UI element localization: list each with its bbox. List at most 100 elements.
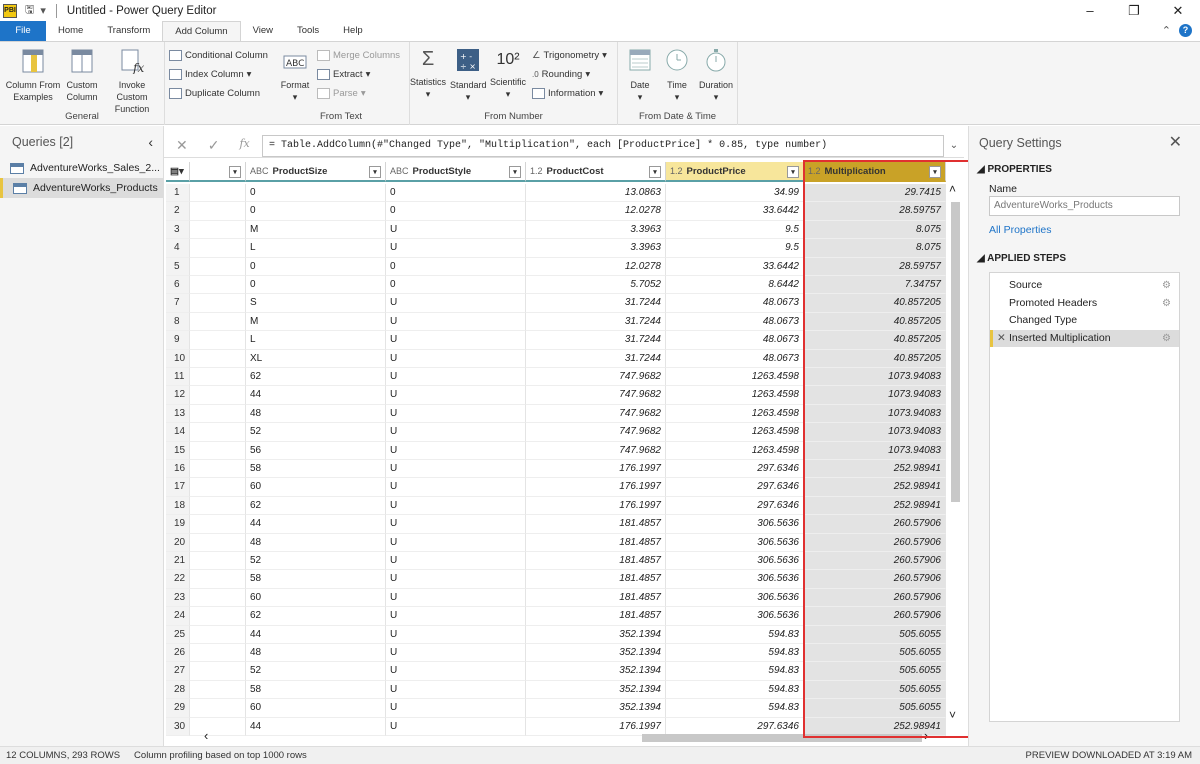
table-cell[interactable]: 176.1997 <box>526 460 666 479</box>
column-type-icon[interactable]: ABC <box>250 166 269 176</box>
filter-dropdown-icon[interactable]: ▾ <box>509 166 521 178</box>
table-cell[interactable]: U <box>386 423 526 442</box>
table-cell[interactable]: 12.0278 <box>526 202 666 221</box>
query-item-products[interactable]: AdventureWorks_Products <box>0 178 163 198</box>
table-cell[interactable]: 0 <box>246 184 386 203</box>
extract-button[interactable]: Extract ▾ <box>317 69 370 80</box>
table-cell[interactable] <box>190 441 246 460</box>
step-promoted-headers[interactable]: Promoted Headers ⚙ <box>990 295 1179 313</box>
table-cell[interactable] <box>190 239 246 258</box>
save-icon[interactable]: 🖫 <box>25 1 34 20</box>
table-cell[interactable] <box>190 515 246 534</box>
table-cell[interactable]: 52 <box>246 423 386 442</box>
table-cell[interactable]: U <box>386 331 526 350</box>
table-cell[interactable]: 176.1997 <box>526 496 666 516</box>
filter-dropdown-icon[interactable]: ▾ <box>649 166 661 178</box>
table-cell[interactable]: U <box>386 570 526 589</box>
collapse-pane-icon[interactable]: ‹ <box>148 134 153 150</box>
table-cell[interactable]: 56 <box>246 441 386 460</box>
table-cell[interactable]: 48 <box>246 533 386 552</box>
table-cell[interactable]: 52 <box>246 552 386 571</box>
table-cell[interactable] <box>190 294 246 313</box>
table-cell[interactable]: U <box>386 312 526 332</box>
table-cell[interactable]: 747.9682 <box>526 368 666 387</box>
invoke-custom-function-button[interactable]: fx Invoke Custom Function <box>102 46 162 115</box>
filter-dropdown-icon[interactable]: ▾ <box>787 166 799 178</box>
commit-formula-icon[interactable]: ✓ <box>208 137 220 154</box>
table-cell[interactable]: XL <box>246 349 386 368</box>
table-cell[interactable]: 747.9682 <box>526 386 666 405</box>
duplicate-column-button[interactable]: Duplicate Column <box>169 88 260 99</box>
tab-tools[interactable]: Tools <box>285 21 331 41</box>
table-cell[interactable] <box>190 588 246 608</box>
table-cell[interactable]: 181.4857 <box>526 570 666 589</box>
table-cell[interactable]: 44 <box>246 386 386 405</box>
table-cell[interactable]: U <box>386 662 526 681</box>
table-cell[interactable]: 44 <box>246 515 386 534</box>
column-type-icon[interactable]: ABC <box>390 166 409 176</box>
table-cell[interactable]: 60 <box>246 478 386 497</box>
table-cell[interactable] <box>190 423 246 442</box>
table-cell[interactable]: 176.1997 <box>526 478 666 497</box>
table-cell[interactable] <box>190 257 246 276</box>
format-button[interactable]: ABC Format ▾ <box>277 46 313 103</box>
table-cell[interactable]: 306.5636 <box>666 515 804 534</box>
table-cell[interactable]: U <box>386 680 526 700</box>
status-profiling[interactable]: Column profiling based on top 1000 rows <box>134 750 307 761</box>
table-cell[interactable]: 352.1394 <box>526 644 666 663</box>
table-cell[interactable]: U <box>386 349 526 368</box>
table-cell[interactable]: 306.5636 <box>666 588 804 608</box>
table-menu-icon[interactable]: ▤▾ <box>170 166 184 177</box>
table-cell[interactable] <box>190 496 246 516</box>
table-cell[interactable]: U <box>386 239 526 258</box>
table-cell[interactable]: 58 <box>246 680 386 700</box>
standard-button[interactable]: + - ÷ × Standard ▾ <box>450 46 487 103</box>
table-cell[interactable]: 594.83 <box>666 662 804 681</box>
table-cell[interactable]: 0 <box>386 276 526 295</box>
table-cell[interactable]: U <box>386 441 526 460</box>
tab-help[interactable]: Help <box>331 21 375 41</box>
fx-icon[interactable]: fx <box>239 137 249 154</box>
table-cell[interactable] <box>190 349 246 368</box>
scientific-button[interactable]: 10² Scientific ▾ <box>488 46 528 100</box>
table-cell[interactable] <box>190 386 246 405</box>
table-cell[interactable]: 0 <box>386 184 526 203</box>
table-cell[interactable]: 1263.4598 <box>666 386 804 405</box>
column-header-productprice[interactable]: 1.2 ProductPrice ▾ <box>666 162 804 182</box>
table-cell[interactable]: 181.4857 <box>526 515 666 534</box>
table-cell[interactable]: 0 <box>246 257 386 276</box>
tab-transform[interactable]: Transform <box>95 21 162 41</box>
table-cell[interactable]: U <box>386 515 526 534</box>
table-cell[interactable]: 3.3963 <box>526 220 666 240</box>
table-cell[interactable]: 34.99 <box>666 184 804 203</box>
table-cell[interactable]: 52 <box>246 662 386 681</box>
table-cell[interactable] <box>190 699 246 718</box>
tab-home[interactable]: Home <box>46 21 95 41</box>
table-cell[interactable]: L <box>246 239 386 258</box>
column-type-icon[interactable]: 1.2 <box>670 166 683 176</box>
column-header-hidden[interactable]: ▾ <box>190 162 246 182</box>
column-header-productcost[interactable]: 1.2 ProductCost ▾ <box>526 162 666 182</box>
column-header-productsize[interactable]: ABC ProductSize ▾ <box>246 162 386 182</box>
expand-formula-icon[interactable]: ⌄ <box>944 140 964 151</box>
table-cell[interactable]: 31.7244 <box>526 331 666 350</box>
table-cell[interactable] <box>190 276 246 295</box>
table-cell[interactable]: 352.1394 <box>526 680 666 700</box>
scroll-left-icon[interactable]: ‹ <box>204 728 208 743</box>
table-cell[interactable]: 181.4857 <box>526 552 666 571</box>
minimize-button[interactable]: – <box>1068 0 1112 21</box>
table-cell[interactable]: 352.1394 <box>526 662 666 681</box>
table-cell[interactable] <box>190 680 246 700</box>
gear-icon[interactable]: ⚙ <box>1162 295 1171 313</box>
filter-dropdown-icon[interactable]: ▾ <box>369 166 381 178</box>
table-cell[interactable]: 306.5636 <box>666 533 804 552</box>
query-name-field[interactable]: AdventureWorks_Products <box>989 196 1180 216</box>
table-cell[interactable]: 297.6346 <box>666 496 804 516</box>
table-cell[interactable]: L <box>246 331 386 350</box>
table-cell[interactable]: U <box>386 552 526 571</box>
table-cell[interactable] <box>190 184 246 203</box>
table-cell[interactable]: 8.6442 <box>666 276 804 295</box>
step-source[interactable]: Source ⚙ <box>990 277 1179 295</box>
table-cell[interactable]: M <box>246 312 386 332</box>
merge-columns-button[interactable]: Merge Columns <box>317 50 400 61</box>
